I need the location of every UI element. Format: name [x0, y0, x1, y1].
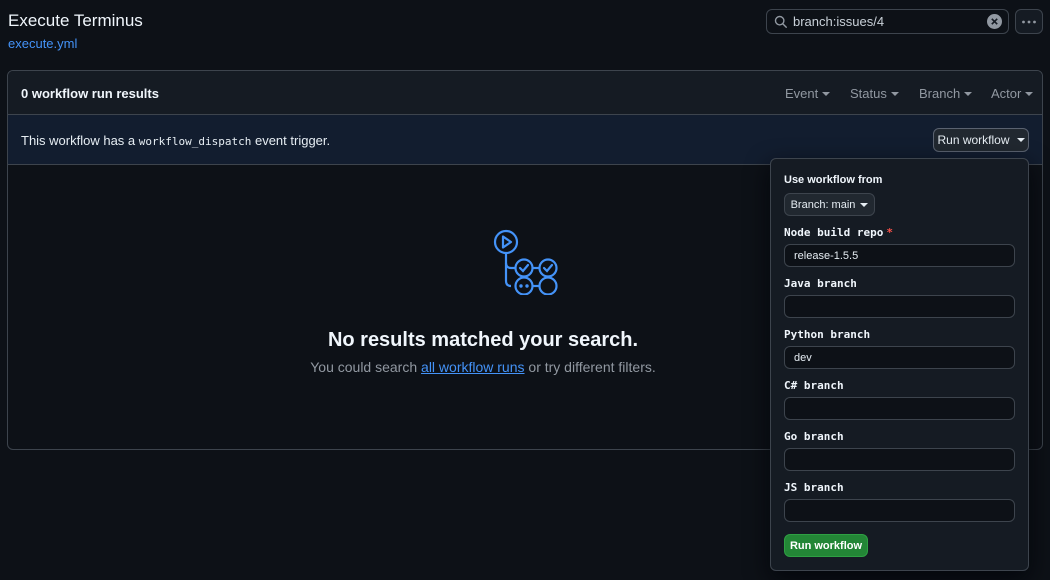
- all-workflow-runs-link[interactable]: all workflow runs: [421, 359, 524, 375]
- results-count: 0 workflow run results: [21, 86, 159, 101]
- clear-search-button[interactable]: [987, 14, 1002, 29]
- run-workflow-dropdown: Use workflow from Branch: main Node buil…: [770, 158, 1029, 571]
- dispatch-message: This workflow has a workflow_dispatch ev…: [21, 133, 330, 148]
- workflow-file-link[interactable]: execute.yml: [8, 36, 77, 51]
- filter-label: Actor: [991, 86, 1022, 101]
- run-workflow-submit-button[interactable]: Run workflow: [784, 534, 868, 557]
- field-label-java-branch: Java branch: [784, 277, 857, 290]
- kebab-horizontal-icon: [1022, 20, 1036, 23]
- more-options-button[interactable]: [1015, 9, 1043, 34]
- dispatch-code: workflow_dispatch: [138, 135, 252, 148]
- run-workflow-dropdown-button[interactable]: Run workflow: [933, 128, 1029, 152]
- java-branch-input[interactable]: [784, 295, 1015, 318]
- field-label-node-build-repo: Node build repo *: [784, 226, 893, 239]
- branch-select-label: Branch: main: [790, 198, 856, 211]
- workflow-empty-icon: [493, 229, 558, 295]
- csharp-branch-input[interactable]: [784, 397, 1015, 420]
- go-branch-input[interactable]: [784, 448, 1015, 471]
- dispatch-text-before: This workflow has a: [21, 133, 139, 148]
- dispatch-text-after: event trigger.: [251, 133, 331, 148]
- field-label-text: Node build repo: [784, 226, 884, 239]
- required-asterisk: *: [886, 226, 893, 239]
- filter-actor[interactable]: Actor: [991, 86, 1034, 101]
- python-branch-input[interactable]: [784, 346, 1015, 369]
- filter-label: Status: [850, 86, 887, 101]
- filter-event[interactable]: Event: [785, 86, 831, 101]
- run-workflow-label: Run workflow: [937, 133, 1010, 147]
- js-branch-input[interactable]: [784, 499, 1015, 522]
- filter-status[interactable]: Status: [850, 86, 899, 101]
- filter-label: Branch: [919, 86, 961, 101]
- page-title: Execute Terminus: [8, 11, 143, 30]
- filter-label: Event: [785, 86, 819, 101]
- search-icon: [774, 15, 787, 28]
- chevron-down-icon: [890, 91, 899, 96]
- search-input[interactable]: [793, 12, 983, 31]
- results-header: 0 workflow run results Event Status Bran…: [8, 71, 1042, 115]
- filter-branch[interactable]: Branch: [919, 86, 973, 101]
- chevron-down-icon: [1016, 138, 1025, 142]
- close-icon: [991, 18, 998, 25]
- empty-sub-after: or try different filters.: [524, 359, 656, 375]
- field-label-go-branch: Go branch: [784, 430, 844, 443]
- chevron-down-icon: [964, 91, 973, 96]
- chevron-down-icon: [822, 91, 831, 96]
- chevron-down-icon: [1025, 91, 1034, 96]
- use-workflow-from-label: Use workflow from: [784, 174, 883, 186]
- search-box[interactable]: [766, 9, 1009, 34]
- branch-select-button[interactable]: Branch: main: [784, 193, 875, 216]
- empty-sub-before: You could search: [310, 359, 422, 375]
- node-build-repo-input[interactable]: [784, 244, 1015, 267]
- field-label-python-branch: Python branch: [784, 328, 871, 341]
- field-label-js-branch: JS branch: [784, 481, 844, 494]
- chevron-down-icon: [860, 202, 869, 207]
- field-label-csharp-branch: C# branch: [784, 379, 844, 392]
